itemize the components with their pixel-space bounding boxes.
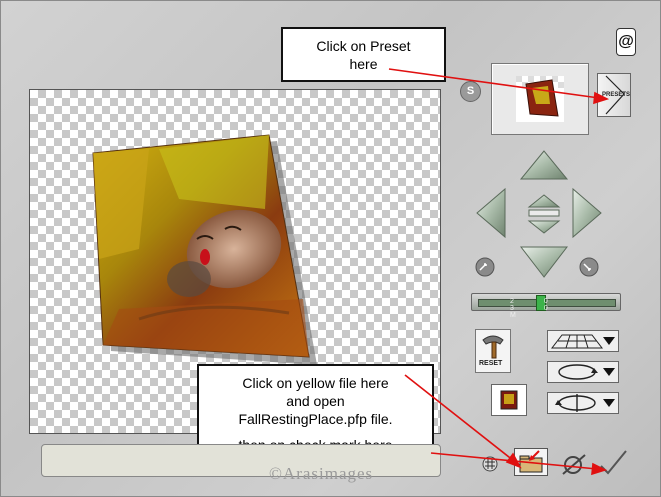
arrow-to-presets	[388, 68, 610, 105]
effect-dialog: Click on Preset here Click on yellow fil…	[0, 0, 661, 497]
annotation-arrows	[388, 68, 610, 476]
arrow-to-file	[404, 374, 522, 469]
